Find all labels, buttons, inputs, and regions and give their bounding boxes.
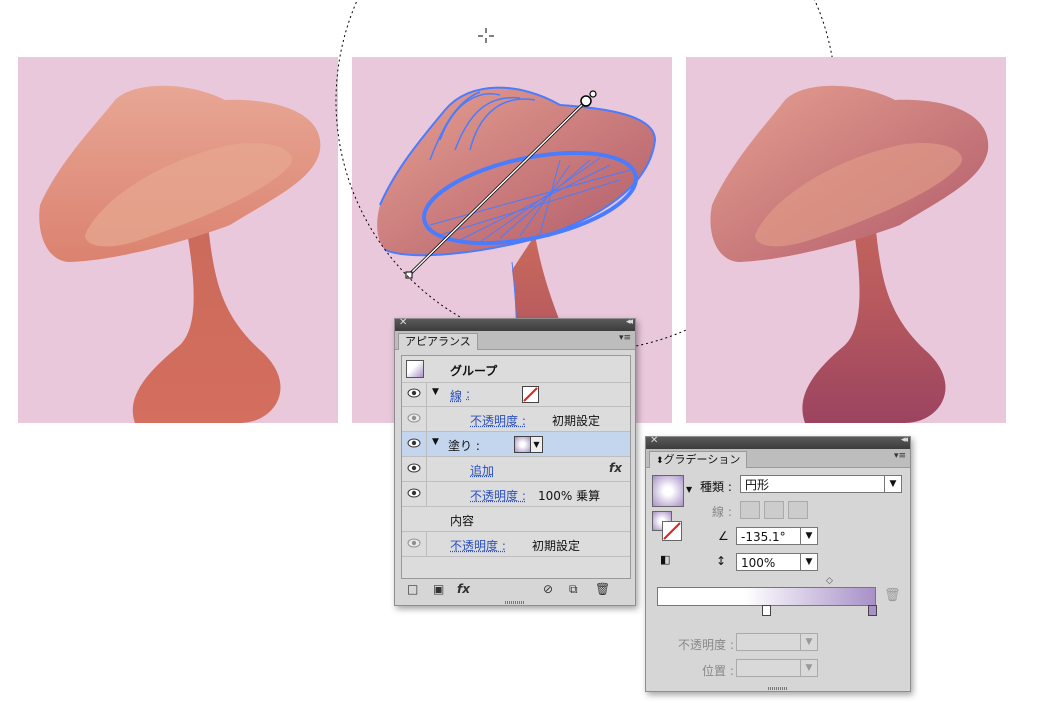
gradient-type-select[interactable]: 円形 ▼ [740,475,902,493]
content-row[interactable]: 内容 [402,507,630,532]
stroke-along-icon[interactable] [764,501,784,519]
opacity-value: 初期設定 [532,539,581,553]
trash-icon[interactable]: 🗑 [595,582,610,596]
tab-gradient[interactable]: ⬍グラデーション [649,451,748,468]
visibility-eye-icon[interactable] [407,463,421,473]
gradient-panel[interactable]: ✕ ◂◂ ⬍グラデーション ▾≡ ▼ ◧ 種類 : 円形 ▼ 線 : ∠ -13… [645,435,911,692]
fill-label: 塗り : [448,439,480,453]
stop-position-field[interactable]: ▼ [736,659,818,677]
stroke-opacity-label[interactable]: 不透明度 : [470,412,526,429]
panel-menu-icon[interactable]: ▾≡ [894,451,906,461]
stroke-none-swatch[interactable] [662,521,682,541]
clear-appearance-icon[interactable]: ⊘ [543,582,553,596]
content-label: 内容 [450,514,475,528]
tab-gradient-label: グラデーション [663,453,741,466]
fill-opacity-label[interactable]: 不透明度 : [470,487,526,504]
mushroom-artwork-left[interactable] [18,57,338,423]
fill-gradient-swatch[interactable] [514,436,531,453]
group-header-row: グループ [402,356,630,383]
panel-tab-row: ⬍グラデーション ▾≡ [646,449,910,468]
aspect-ratio-icon: ↕ [716,554,727,568]
appearance-list: グループ ▼ 線 : 不透明度 : 初期設定 ▼ 塗り : ▼ 追加 fx 不透… [401,355,631,579]
visibility-eye-icon[interactable] [407,538,421,548]
aspect-ratio-value: 100% [741,556,776,570]
tab-appearance[interactable]: アピアランス [398,333,478,350]
add-effect-row[interactable]: 追加 fx [402,457,630,482]
resize-grip-icon[interactable] [505,601,525,604]
stop-opacity-field[interactable]: ▼ [736,633,818,651]
add-new-stroke-icon[interactable]: □ [407,582,418,596]
close-icon[interactable]: ✕ [650,435,658,446]
chevron-down-icon[interactable]: ▼ [686,485,692,494]
reverse-gradient-icon[interactable]: ◧ [660,553,670,566]
chevron-down-icon[interactable]: ▼ [800,634,817,650]
add-label[interactable]: 追加 [470,462,494,479]
midpoint-diamond-icon[interactable]: ◇ [826,576,833,586]
gradient-type-value: 円形 [745,478,770,492]
group-thumbnail-icon [406,360,424,378]
stroke-opacity-value: 初期設定 [552,414,601,428]
panel-titlebar[interactable]: ✕ ◂◂ [395,317,635,331]
fill-opacity-value: 100% 乗算 [538,489,601,503]
trash-icon[interactable]: 🗑 [884,588,901,603]
stroke-label: 線 : [712,505,732,519]
collapse-icon[interactable]: ◂◂ [626,317,633,327]
chevron-down-icon[interactable]: ▼ [531,436,543,453]
stroke-none-swatch[interactable] [522,386,539,403]
stroke-within-icon[interactable] [740,501,760,519]
chevron-down-icon[interactable]: ▼ [800,554,817,570]
panel-tab-row: アピアランス ▾≡ [395,331,635,350]
panel-titlebar[interactable]: ✕ ◂◂ [646,435,910,449]
expand-triangle-icon[interactable]: ▼ [432,437,439,447]
angle-field[interactable]: -135.1° ▼ [736,527,818,545]
appearance-panel[interactable]: ✕ ◂◂ アピアランス ▾≡ グループ ▼ 線 : 不透明度 : 初期設定 ▼ … [394,317,636,606]
stroke-colon: : [466,387,471,401]
add-effect-fx-icon[interactable]: fx [457,582,470,596]
stroke-across-icon[interactable] [788,501,808,519]
visibility-eye-icon[interactable] [407,413,421,423]
expand-triangle-icon[interactable]: ▼ [432,387,439,397]
visibility-eye-icon[interactable] [407,488,421,498]
crosshair-cursor-icon [478,28,494,43]
stroke-opacity-row[interactable]: 不透明度 : 初期設定 [402,407,630,432]
position-label: 位置 : [702,664,734,678]
gradient-stop-purple[interactable] [868,605,877,616]
duplicate-item-icon[interactable]: ⧉ [569,582,578,597]
aspect-ratio-field[interactable]: 100% ▼ [736,553,818,571]
angle-value: -135.1° [741,530,786,544]
add-new-fill-icon[interactable]: ▣ [433,582,444,596]
stroke-row[interactable]: ▼ 線 : [402,382,630,407]
group-label: グループ [450,364,498,378]
gradient-preview-swatch[interactable] [652,475,684,507]
visibility-eye-icon[interactable] [407,438,421,448]
fx-icon[interactable]: fx [609,461,622,475]
opacity-label: 不透明度 : [678,638,734,652]
visibility-eye-icon[interactable] [407,388,421,398]
panel-menu-icon[interactable]: ▾≡ [619,333,631,343]
resize-grip-icon[interactable] [768,687,788,690]
chevron-down-icon[interactable]: ▼ [884,476,901,492]
opacity-row[interactable]: 不透明度 : 初期設定 [402,532,630,557]
tab-arrows-icon: ⬍ [656,456,664,466]
angle-icon: ∠ [718,529,729,543]
gradient-slider-bar[interactable] [657,587,876,606]
mushroom-artwork-right[interactable] [686,57,1006,423]
close-icon[interactable]: ✕ [399,317,407,328]
opacity-label[interactable]: 不透明度 : [450,537,506,554]
chevron-down-icon[interactable]: ▼ [800,528,817,544]
type-label: 種類 : [700,480,732,494]
stroke-label[interactable]: 線 [450,387,462,404]
fill-row[interactable]: ▼ 塗り : ▼ [402,432,630,457]
fill-opacity-row[interactable]: 不透明度 : 100% 乗算 [402,482,630,507]
chevron-down-icon[interactable]: ▼ [800,660,817,676]
collapse-icon[interactable]: ◂◂ [901,435,908,445]
gradient-stop-white[interactable] [762,605,771,616]
appearance-footer-toolbar: □ ▣ fx ⊘ ⧉ 🗑 [395,579,635,605]
